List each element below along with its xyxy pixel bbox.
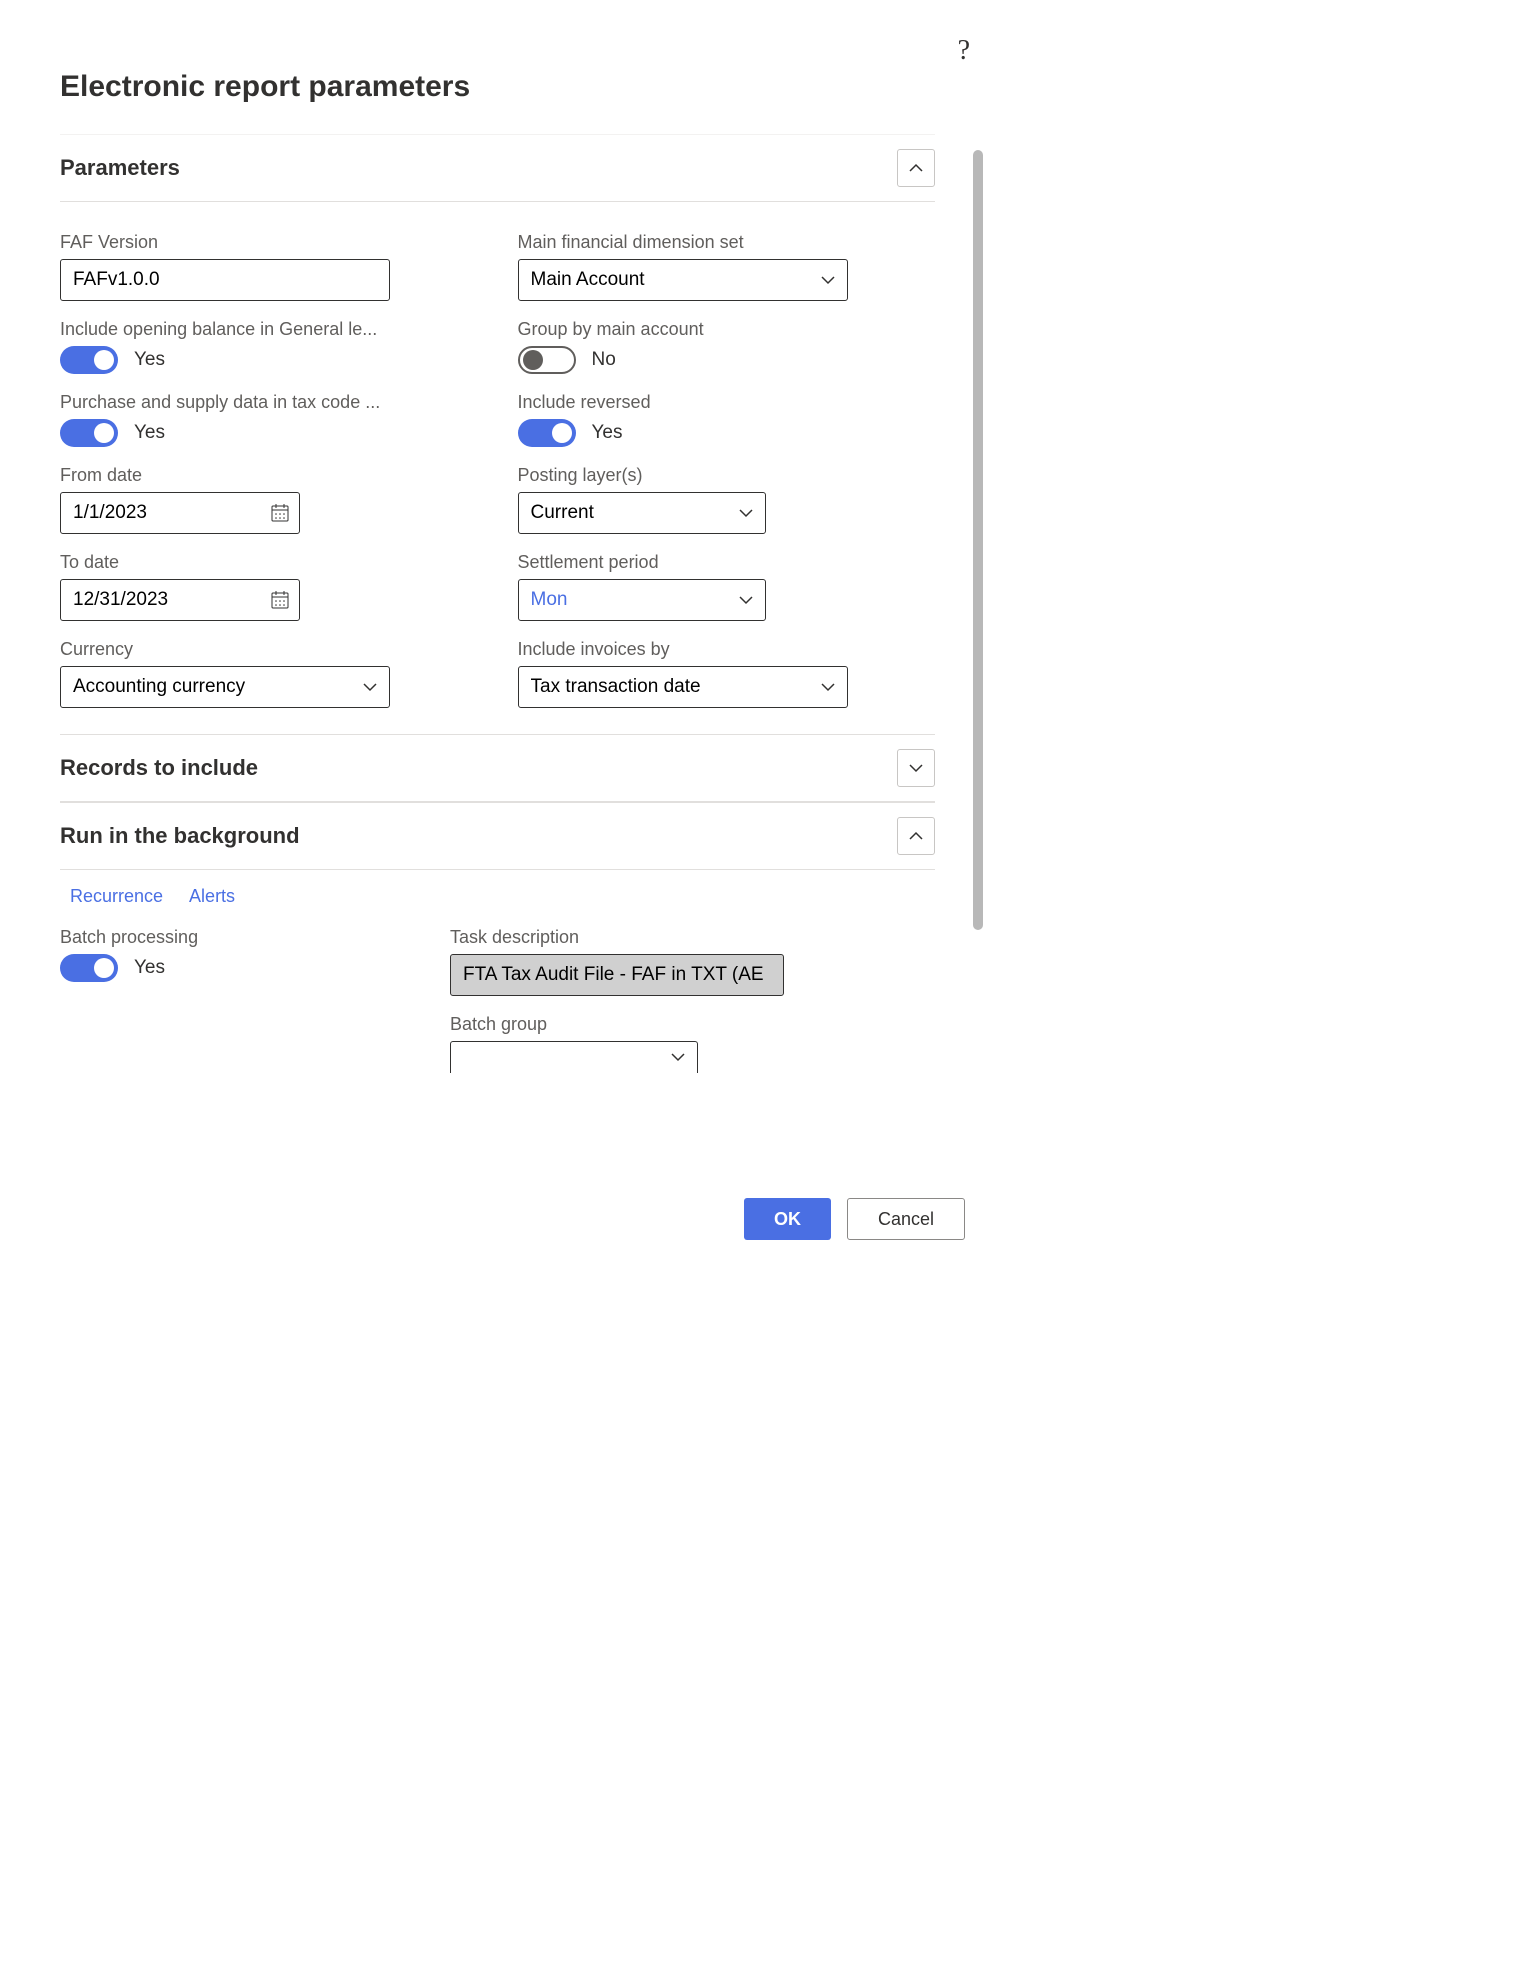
group-main-toggle[interactable]: [518, 346, 576, 374]
settlement-period-select-wrap: [518, 579, 766, 621]
currency-field: Currency: [60, 639, 478, 708]
batch-group-select[interactable]: [450, 1041, 698, 1073]
purchase-supply-label: Purchase and supply data in tax code ...: [60, 392, 478, 413]
expand-records-button[interactable]: [897, 749, 935, 787]
batch-group-label: Batch group: [450, 1014, 790, 1035]
to-date-label: To date: [60, 552, 478, 573]
include-reversed-field: Include reversed Yes: [518, 392, 936, 447]
main-dim-set-label: Main financial dimension set: [518, 232, 936, 253]
currency-label: Currency: [60, 639, 478, 660]
task-description-label: Task description: [450, 927, 790, 948]
collapse-parameters-button[interactable]: [897, 149, 935, 187]
settlement-period-label: Settlement period: [518, 552, 936, 573]
include-invoices-select-wrap: [518, 666, 848, 708]
dialog-footer: OK Cancel: [40, 1178, 985, 1250]
include-reversed-toggle-row: Yes: [518, 419, 936, 447]
task-description-col: Task description Batch group: [450, 927, 790, 1073]
posting-layer-select-wrap: [518, 492, 766, 534]
from-date-input[interactable]: [60, 492, 300, 534]
faf-version-field: FAF Version: [60, 232, 478, 301]
section-header-background[interactable]: Run in the background: [60, 802, 935, 870]
group-main-field: Group by main account No: [518, 319, 936, 374]
include-reversed-toggle[interactable]: [518, 419, 576, 447]
posting-layer-select[interactable]: [518, 492, 766, 534]
group-main-value: No: [592, 349, 616, 371]
to-date-field: To date: [60, 552, 478, 621]
chevron-up-icon: [908, 160, 924, 176]
chevron-down-icon: [908, 760, 924, 776]
calendar-icon[interactable]: [270, 503, 290, 523]
from-date-field: From date: [60, 465, 478, 534]
purchase-supply-toggle-row: Yes: [60, 419, 478, 447]
faf-version-input[interactable]: [60, 259, 390, 301]
include-invoices-label: Include invoices by: [518, 639, 936, 660]
from-date-wrap: [60, 492, 300, 534]
batch-processing-col: Batch processing Yes: [60, 927, 390, 1073]
chevron-up-icon: [908, 828, 924, 844]
section-header-parameters[interactable]: Parameters: [60, 134, 935, 202]
background-body: Batch processing Yes Task description Ba…: [60, 927, 965, 1093]
batch-processing-label: Batch processing: [60, 927, 390, 948]
tab-recurrence[interactable]: Recurrence: [70, 886, 163, 907]
include-opening-toggle[interactable]: [60, 346, 118, 374]
group-main-label: Group by main account: [518, 319, 936, 340]
parameters-body: FAF Version Include opening balance in G…: [60, 202, 935, 734]
batch-group-select-wrap: [450, 1041, 698, 1073]
to-date-wrap: [60, 579, 300, 621]
include-opening-label: Include opening balance in General le...: [60, 319, 478, 340]
include-reversed-label: Include reversed: [518, 392, 936, 413]
task-description-input[interactable]: [450, 954, 784, 996]
collapse-background-button[interactable]: [897, 817, 935, 855]
posting-layer-field: Posting layer(s): [518, 465, 936, 534]
parameters-right-col: Main financial dimension set Group by ma…: [518, 232, 936, 708]
tab-alerts[interactable]: Alerts: [189, 886, 235, 907]
batch-processing-toggle[interactable]: [60, 954, 118, 982]
section-title-background: Run in the background: [60, 823, 300, 849]
help-icon[interactable]: ?: [958, 35, 970, 67]
scrollbar-thumb[interactable]: [973, 150, 983, 930]
dialog: ? Electronic report parameters Parameter…: [40, 20, 985, 1250]
faf-version-label: FAF Version: [60, 232, 478, 253]
currency-select-wrap: [60, 666, 390, 708]
task-description-field: Task description: [450, 927, 790, 996]
cancel-button[interactable]: Cancel: [847, 1198, 965, 1240]
main-dim-set-field: Main financial dimension set: [518, 232, 936, 301]
dialog-title: Electronic report parameters: [40, 20, 985, 134]
main-dim-set-select[interactable]: [518, 259, 848, 301]
calendar-icon[interactable]: [270, 590, 290, 610]
batch-processing-toggle-row: Yes: [60, 954, 390, 982]
settlement-period-field: Settlement period: [518, 552, 936, 621]
include-reversed-value: Yes: [592, 422, 623, 444]
section-title-records: Records to include: [60, 755, 258, 781]
purchase-supply-toggle[interactable]: [60, 419, 118, 447]
currency-select[interactable]: [60, 666, 390, 708]
purchase-supply-value: Yes: [134, 422, 165, 444]
section-title-parameters: Parameters: [60, 155, 180, 181]
purchase-supply-field: Purchase and supply data in tax code ...…: [60, 392, 478, 447]
main-dim-set-select-wrap: [518, 259, 848, 301]
batch-processing-value: Yes: [134, 957, 165, 979]
background-tabs: Recurrence Alerts: [60, 870, 965, 927]
from-date-label: From date: [60, 465, 478, 486]
scroll-area: Parameters FAF Version Include opening b…: [40, 134, 985, 1178]
settlement-period-select[interactable]: [518, 579, 766, 621]
group-main-toggle-row: No: [518, 346, 936, 374]
batch-processing-field: Batch processing Yes: [60, 927, 390, 982]
include-opening-field: Include opening balance in General le...…: [60, 319, 478, 374]
include-opening-value: Yes: [134, 349, 165, 371]
section-header-records[interactable]: Records to include: [60, 734, 935, 802]
batch-group-field: Batch group: [450, 1014, 790, 1073]
ok-button[interactable]: OK: [744, 1198, 831, 1240]
include-opening-toggle-row: Yes: [60, 346, 478, 374]
parameters-left-col: FAF Version Include opening balance in G…: [60, 232, 478, 708]
include-invoices-field: Include invoices by: [518, 639, 936, 708]
to-date-input[interactable]: [60, 579, 300, 621]
posting-layer-label: Posting layer(s): [518, 465, 936, 486]
include-invoices-select[interactable]: [518, 666, 848, 708]
